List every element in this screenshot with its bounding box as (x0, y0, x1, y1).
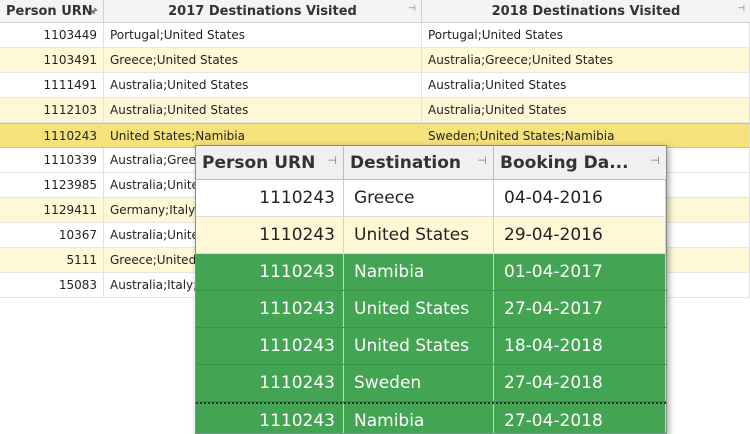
cell-2017-destinations: Australia;United States (104, 98, 422, 122)
cell-booking-date: 01-04-2017 (494, 254, 666, 290)
cell-2018-destinations: Sweden;United States;Namibia (422, 124, 750, 147)
detail-row-focused[interactable]: 1110243 Namibia 27-04-2018 (196, 402, 666, 433)
cell-person-urn: 5111 (0, 248, 104, 272)
table-row[interactable]: 1112103 Australia;United States Australi… (0, 98, 750, 123)
column-header-person-urn[interactable]: Person URN 🖈 (0, 0, 104, 22)
cell-person-urn: 10367 (0, 223, 104, 247)
column-header-label: 2018 Destinations Visited (491, 3, 681, 19)
cell-booking-date: 29-04-2016 (494, 217, 666, 253)
cell-person-urn: 1110243 (0, 124, 104, 147)
pin-icon[interactable]: ⊣ (650, 154, 660, 167)
detail-row-highlighted[interactable]: 1110243 Namibia 01-04-2017 (196, 254, 666, 291)
column-header-destination[interactable]: Destination ⊣ (344, 146, 494, 179)
detail-row[interactable]: 1110243 United States 29-04-2016 (196, 217, 666, 254)
cell-person-urn: 1112103 (0, 98, 104, 122)
pin-icon[interactable]: ⊣ (408, 4, 416, 14)
cell-destination: Namibia (344, 404, 494, 433)
pin-icon[interactable]: ⊣ (477, 154, 487, 167)
cell-person-urn: 1103449 (0, 23, 104, 47)
column-header-label: Destination (350, 152, 462, 173)
detail-grid-header: Person URN ⊣ Destination ⊣ Booking Da...… (196, 146, 666, 180)
detail-row-highlighted[interactable]: 1110243 United States 18-04-2018 (196, 328, 666, 365)
column-header-label: 2017 Destinations Visited (168, 3, 357, 19)
table-row[interactable]: 1103449 Portugal;United States Portugal;… (0, 23, 750, 48)
pin-icon[interactable]: ⊣ (737, 4, 745, 14)
table-row[interactable]: 1111491 Australia;United States Australi… (0, 73, 750, 98)
cell-2018-destinations: Australia;United States (422, 73, 750, 97)
cell-booking-date: 27-04-2018 (494, 404, 666, 433)
cell-2017-destinations: Portugal;United States (104, 23, 422, 47)
cell-destination: Sweden (344, 365, 494, 401)
cell-2017-destinations: United States;Namibia (104, 124, 422, 147)
cell-destination: United States (344, 291, 494, 327)
cell-destination: Namibia (344, 254, 494, 290)
detail-row[interactable]: 1110243 Greece 04-04-2016 (196, 180, 666, 217)
pin-icon[interactable]: 🖈 (90, 4, 98, 20)
cell-booking-date: 18-04-2018 (494, 328, 666, 364)
column-header-person-urn[interactable]: Person URN ⊣ (196, 146, 344, 179)
cell-person-urn: 1110339 (0, 148, 104, 172)
cell-2018-destinations: Australia;Greece;United States (422, 48, 750, 72)
column-header-label: Booking Da... (500, 152, 629, 173)
cell-2017-destinations: Greece;United States (104, 48, 422, 72)
cell-2018-destinations: Australia;United States (422, 98, 750, 122)
cell-person-urn: 1129411 (0, 198, 104, 222)
detail-row-highlighted[interactable]: 1110243 Sweden 27-04-2018 (196, 365, 666, 402)
cell-person-urn: 1111491 (0, 73, 104, 97)
column-header-booking-date[interactable]: Booking Da... ⊣ (494, 146, 666, 179)
column-header-2018-destinations[interactable]: 2018 Destinations Visited ⊣ (422, 0, 750, 22)
cell-person-urn: 1110243 (196, 254, 344, 290)
cell-destination: Greece (344, 180, 494, 216)
cell-person-urn: 1110243 (196, 217, 344, 253)
cell-2017-destinations: Australia;United States (104, 73, 422, 97)
pin-icon[interactable]: ⊣ (327, 154, 337, 167)
column-header-label: Person URN (202, 152, 316, 173)
cell-booking-date: 27-04-2018 (494, 365, 666, 401)
cell-person-urn: 1103491 (0, 48, 104, 72)
cell-person-urn: 1110243 (196, 404, 344, 433)
table-row[interactable]: 1103491 Greece;United States Australia;G… (0, 48, 750, 73)
detail-row-highlighted[interactable]: 1110243 United States 27-04-2017 (196, 291, 666, 328)
column-header-2017-destinations[interactable]: 2017 Destinations Visited ⊣ (104, 0, 422, 22)
cell-destination: United States (344, 328, 494, 364)
column-header-label: Person URN (6, 3, 93, 19)
booking-detail-popup: Person URN ⊣ Destination ⊣ Booking Da...… (195, 145, 667, 434)
cell-person-urn: 15083 (0, 273, 104, 297)
cell-person-urn: 1110243 (196, 328, 344, 364)
cell-person-urn: 1110243 (196, 180, 344, 216)
cell-destination: United States (344, 217, 494, 253)
cell-person-urn: 1110243 (196, 365, 344, 401)
cell-booking-date: 27-04-2017 (494, 291, 666, 327)
cell-2018-destinations: Portugal;United States (422, 23, 750, 47)
grid-header: Person URN 🖈 2017 Destinations Visited ⊣… (0, 0, 750, 23)
cell-person-urn: 1123985 (0, 173, 104, 197)
cell-person-urn: 1110243 (196, 291, 344, 327)
cell-booking-date: 04-04-2016 (494, 180, 666, 216)
